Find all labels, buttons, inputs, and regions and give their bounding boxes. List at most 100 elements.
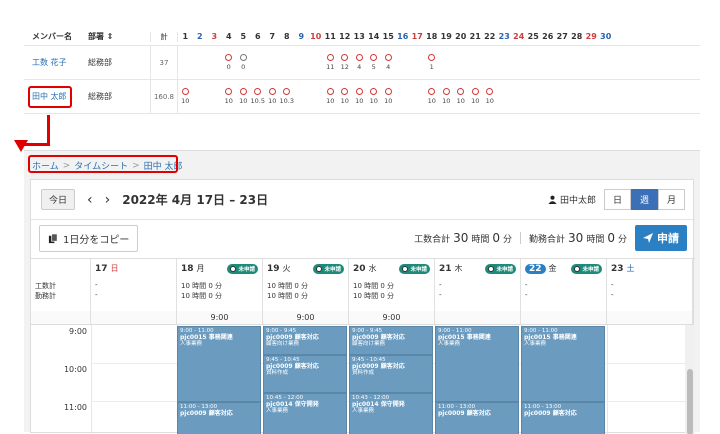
day-cell[interactable] (294, 80, 309, 113)
day-cell[interactable]: 0 (222, 46, 237, 79)
day-cell[interactable]: 10 (222, 80, 237, 113)
calendar-event[interactable]: 9:45 - 10:45 pjc0009 顧客対応 資料作成 (349, 355, 433, 393)
day-cell[interactable]: 10 (367, 80, 382, 113)
toolbar: 1日分をコピー 工数合計 30 時間 0 分 勤務合計 30 時間 0 分 申請 (31, 220, 695, 256)
calendar-event[interactable]: 10:45 - 12:00 pjc0014 保守開発 人事業務 (263, 393, 347, 434)
day-cell[interactable]: 0 (236, 46, 251, 79)
day-cell[interactable] (584, 46, 599, 79)
day-cell[interactable] (207, 80, 222, 113)
day-header: 4 (225, 32, 232, 41)
day-cell[interactable]: 10.5 (251, 80, 266, 113)
allday-cell[interactable] (91, 311, 177, 325)
status-label: 未申請 (496, 266, 513, 273)
day-cell[interactable] (309, 80, 324, 113)
allday-cell[interactable]: 9:00 (263, 311, 349, 325)
day-cell[interactable]: 10 (323, 80, 338, 113)
day-cell[interactable] (207, 46, 222, 79)
day-cell[interactable] (439, 46, 454, 79)
day-cell[interactable]: 1 (425, 46, 440, 79)
apply-button[interactable]: 申請 (635, 225, 687, 251)
day-cell[interactable] (410, 46, 425, 79)
view-month-button[interactable]: 月 (657, 189, 685, 210)
allday-cell[interactable] (521, 311, 607, 325)
day-cell[interactable]: 10 (483, 80, 498, 113)
calendar-event[interactable]: 9:00 - 11:00 pjc0015 事務関連 人事業務 (435, 326, 519, 402)
day-cell[interactable]: 10 (178, 80, 193, 113)
view-week-button[interactable]: 週 (630, 189, 658, 210)
next-week-icon[interactable]: › (105, 192, 111, 208)
day-cell[interactable] (396, 46, 411, 79)
day-cell[interactable]: 10 (439, 80, 454, 113)
calendar-scrollbar[interactable] (685, 325, 695, 434)
calendar-event[interactable]: 9:00 - 11:00 pjc0015 事務関連 人事業務 (177, 326, 261, 402)
day-cell[interactable] (526, 46, 541, 79)
day-cell[interactable]: 10 (425, 80, 440, 113)
day-cell[interactable] (251, 46, 266, 79)
day-cell[interactable] (309, 46, 324, 79)
calendar-event[interactable]: 11:00 - 13:00 pjc0009 顧客対応 (521, 402, 605, 434)
day-cell[interactable] (512, 80, 527, 113)
day-cell[interactable] (570, 80, 585, 113)
view-day-button[interactable]: 日 (603, 189, 631, 210)
day-cells: 0 0 11 12 4 5 4 1 (178, 46, 613, 79)
day-cell[interactable]: 12 (338, 46, 353, 79)
member-total: 160.8 (150, 80, 178, 113)
allday-cell[interactable] (435, 311, 521, 325)
day-cell[interactable]: 11 (323, 46, 338, 79)
day-cell[interactable]: 10 (468, 80, 483, 113)
day-cell[interactable] (468, 46, 483, 79)
today-button[interactable]: 今日 (41, 189, 76, 210)
calendar-event[interactable]: 10:43 - 12:00 pjc0014 保守開発 人事業務 (349, 393, 433, 434)
day-cell[interactable]: 4 (381, 46, 396, 79)
day-cell[interactable] (555, 46, 570, 79)
day-cell[interactable] (294, 46, 309, 79)
allday-cell[interactable]: 9:00 (349, 311, 435, 325)
member-link[interactable]: 工数 花子 (32, 57, 67, 68)
calendar-event[interactable]: 11:00 - 13:00 pjc0009 顧客対応 (177, 402, 261, 434)
calendar-event[interactable]: 9:00 - 9:45 pjc0009 顧客対応 顧客向け業務 (349, 326, 433, 355)
col-dept-header[interactable]: 部署 ⇕ (88, 31, 150, 42)
day-cell[interactable] (178, 46, 193, 79)
day-cell[interactable] (555, 80, 570, 113)
day-cell[interactable] (265, 46, 280, 79)
smiley-icon (326, 88, 334, 95)
day-value: 10 (326, 97, 335, 105)
day-cell[interactable] (410, 80, 425, 113)
day-cell[interactable] (497, 80, 512, 113)
day-column-header: 21 木 未申請 - - (435, 259, 521, 311)
day-cell[interactable] (193, 80, 208, 113)
day-cell[interactable] (512, 46, 527, 79)
allday-cell[interactable]: 9:00 (177, 311, 263, 325)
day-cell[interactable]: 10 (352, 80, 367, 113)
day-cell[interactable]: 10 (265, 80, 280, 113)
day-cell[interactable] (526, 80, 541, 113)
calendar-event[interactable]: 9:00 - 9:45 pjc0009 顧客対応 顧客向け業務 (263, 326, 347, 355)
day-cell[interactable] (541, 80, 556, 113)
day-cell[interactable] (454, 46, 469, 79)
calendar-event[interactable]: 9:45 - 10:45 pjc0009 顧客対応 資料作成 (263, 355, 347, 393)
day-cell[interactable]: 4 (352, 46, 367, 79)
prev-week-icon[interactable]: ‹ (87, 192, 93, 208)
day-cell[interactable] (584, 80, 599, 113)
day-cell[interactable]: 10 (236, 80, 251, 113)
day-cell[interactable]: 10 (338, 80, 353, 113)
day-cell[interactable] (570, 46, 585, 79)
day-cell[interactable] (599, 46, 614, 79)
day-cell[interactable] (280, 46, 295, 79)
day-cell[interactable]: 5 (367, 46, 382, 79)
col-name-header[interactable]: メンバー名 (24, 31, 88, 42)
day-cell[interactable] (599, 80, 614, 113)
day-cell[interactable] (497, 46, 512, 79)
calendar-event[interactable]: 11:00 - 13:00 pjc0009 顧客対応 (435, 402, 519, 434)
copy-day-button[interactable]: 1日分をコピー (39, 224, 139, 252)
allday-cell[interactable] (607, 311, 693, 325)
scrollbar-thumb[interactable] (687, 369, 693, 434)
calendar-event[interactable]: 9:00 - 11:00 pjc0015 事務関連 人事業務 (521, 326, 605, 402)
day-cell[interactable] (541, 46, 556, 79)
day-cell[interactable] (483, 46, 498, 79)
day-cell[interactable] (396, 80, 411, 113)
day-cell[interactable] (193, 46, 208, 79)
day-cell[interactable]: 10 (454, 80, 469, 113)
day-cell[interactable]: 10.3 (280, 80, 295, 113)
day-cell[interactable]: 10 (381, 80, 396, 113)
